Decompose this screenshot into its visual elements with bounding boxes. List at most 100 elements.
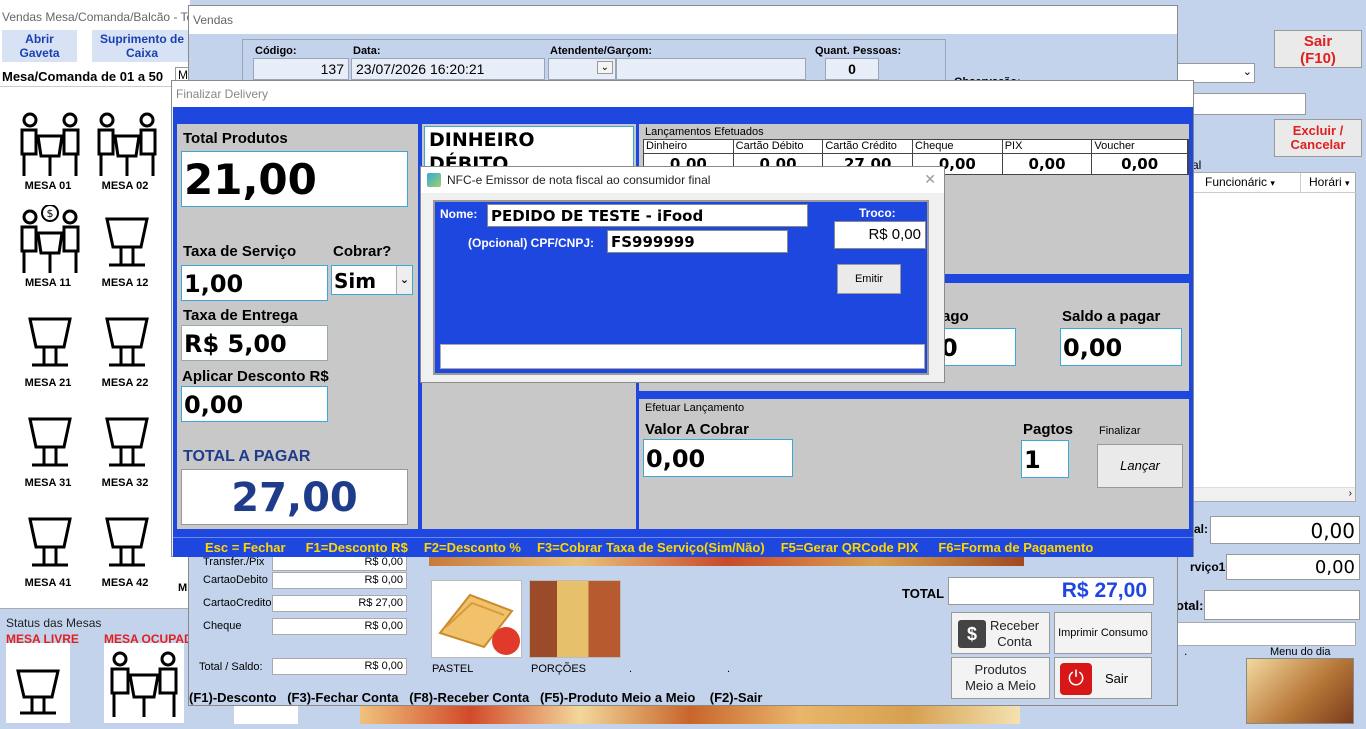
saldo-value: 0,00 (1060, 328, 1182, 366)
receber-conta-button[interactable]: $ Receber Conta (951, 612, 1050, 654)
valor-cobrar-field[interactable]: 0,00 (643, 439, 793, 477)
table-label: MESA 01 (24, 180, 72, 192)
table-label: MESA 22 (101, 377, 149, 389)
table-label: MESA 02 (101, 180, 149, 192)
taxa-entrega-field[interactable]: R$ 5,00 (181, 325, 328, 361)
table-mesa-42[interactable]: MESA 42 (95, 505, 155, 589)
lancar-button[interactable]: Lançar (1097, 444, 1183, 488)
imprimir-consumo-button[interactable]: Imprimir Consumo (1054, 612, 1152, 654)
close-icon[interactable]: ✕ (924, 171, 936, 188)
emitir-button[interactable]: Emitir (837, 264, 901, 294)
pagtos-field[interactable]: 1 (1021, 440, 1069, 478)
payment-value[interactable]: R$ 27,00 (272, 595, 407, 612)
finalizar-label: Finalizar (1099, 425, 1141, 437)
observacao-input[interactable] (1176, 93, 1306, 115)
app-title: Vendas Mesa/Comanda/Balcão - Tec (2, 10, 200, 24)
table-mesa-02[interactable]: MESA 02 (95, 108, 157, 192)
lanc-col-name: Dinheiro (644, 140, 733, 154)
taxa-entrega-label: Taxa de Entrega (183, 307, 298, 324)
table-mesa-12[interactable]: MESA 12 (95, 205, 155, 289)
pagtos-label: Pagtos (1023, 421, 1074, 438)
table-label: MESA 21 (24, 377, 72, 389)
payment-label: Cheque (203, 620, 242, 632)
dollar-icon: $ (958, 620, 986, 648)
excluir-cancelar-button[interactable]: Excluir / Cancelar (1274, 119, 1362, 157)
suprimento-button[interactable]: Suprimento de Caixa (92, 30, 192, 62)
menu-dia-image[interactable] (1246, 658, 1354, 724)
payment-value[interactable]: R$ 0,00 (272, 572, 407, 589)
items-grid: Funcionáric ▾ Horári ▾ › (1190, 172, 1357, 502)
receber-label: Receber Conta (990, 618, 1040, 649)
busy-table-icon (104, 643, 184, 723)
lanc-col-value: 0,00 (1121, 155, 1159, 173)
desconto-field[interactable]: 0,00 (181, 386, 328, 422)
table-mesa-32[interactable]: MESA 32 (95, 405, 155, 489)
pastel-image (438, 593, 520, 655)
shortcut-hint: F6=Forma de Pagamento (938, 540, 1094, 555)
chevron-down-icon: ⌄ (396, 266, 412, 294)
cobrar-select[interactable]: Sim ⌄ (331, 265, 413, 295)
range-label: Mesa/Comanda de 01 a 50 (2, 69, 164, 84)
table-label: MESA 42 (101, 577, 149, 589)
table-label: MESA 32 (101, 477, 149, 489)
nfce-dialog: NFC-e Emissor de nota fiscal ao consumid… (420, 166, 945, 383)
atendente-name (616, 58, 806, 80)
shortcut-hint: F2=Desconto % (423, 540, 521, 555)
vendas-total-label: TOTAL (902, 586, 945, 601)
table-mesa-41[interactable]: MESA 41 (18, 505, 78, 589)
pago-value: 0 (938, 328, 1016, 366)
method-dinheiro[interactable]: DINHEIRO (425, 127, 633, 153)
atendente-select[interactable]: ⌄ (548, 58, 616, 80)
troco-label: Troco: (859, 206, 896, 220)
efetuar-label: Efetuar Lançamento (645, 402, 745, 414)
data-field[interactable]: 23/07/2026 16:20:21 (351, 58, 545, 80)
free-table-icon (6, 643, 70, 723)
table-label: MESA 12 (101, 277, 149, 289)
payment-label: Transfer./Pix (203, 556, 265, 568)
svg-text:$: $ (47, 207, 54, 220)
table-label: MESA 41 (24, 577, 72, 589)
lancamentos-label: Lançamentos Efetuados (645, 126, 764, 138)
table-mesa-21[interactable]: MESA 21 (18, 305, 78, 389)
saldo-label: Saldo a pagar (1062, 308, 1161, 325)
shortcut-hint: F3=Cobrar Taxa de Serviço(Sim/Não) (536, 540, 765, 555)
sair-label: Sair (1105, 671, 1129, 686)
total-value: 0,00 (1210, 516, 1360, 544)
table-label: MESA 11 (24, 277, 72, 289)
table-mesa-31[interactable]: MESA 31 (18, 405, 78, 489)
pessoas-field[interactable]: 0 (825, 58, 879, 80)
grid-col-horario[interactable]: Horári ▾ (1301, 173, 1357, 193)
total-pagar-label: TOTAL A PAGAR (183, 448, 311, 465)
power-icon: ⏻ (1060, 663, 1092, 695)
lanc-col: PIX 0,00 (1002, 140, 1093, 174)
table-mesa-22[interactable]: MESA 22 (95, 305, 155, 389)
total-pagar-value: 27,00 (181, 469, 408, 525)
vendas-sair-button[interactable]: ⏻ Sair (1054, 657, 1152, 699)
shortcut-hint: F1=Desconto R$ (305, 540, 408, 555)
table-label: MESA 31 (24, 477, 72, 489)
product-pastel[interactable] (431, 580, 522, 658)
grid-scrollbar[interactable]: › (1191, 487, 1355, 501)
delivery-title: Finalizar Delivery (172, 81, 1193, 107)
pago-label: ago (942, 308, 969, 325)
product-porcoes[interactable] (529, 580, 621, 658)
nome-field[interactable]: PEDIDO DE TESTE - iFood (487, 204, 808, 227)
lanc-col-name: PIX (1002, 140, 1092, 154)
codigo-label: Código: (255, 45, 297, 57)
codigo-field[interactable]: 137 (253, 58, 349, 80)
menu-dia-label: Menu do dia (1270, 646, 1331, 658)
nome-label: Nome: (440, 207, 478, 221)
cpf-field[interactable]: FS999999 (607, 230, 788, 253)
grid-col-funcionario[interactable]: Funcionáric ▾ (1191, 173, 1301, 193)
taxa-servico-field[interactable]: 1,00 (181, 265, 328, 301)
sair-f10-button[interactable]: Sair (F10) (1274, 30, 1362, 68)
abrir-gaveta-button[interactable]: Abrir Gaveta (2, 30, 77, 62)
product-3-label: . (629, 663, 633, 675)
payment-value[interactable]: R$ 0,00 (272, 618, 407, 635)
nfce-app-icon (427, 173, 441, 187)
table-mesa-01[interactable]: MESA 01 (18, 108, 80, 192)
shortcut-hint: Esc = Fechar (205, 540, 286, 555)
meio-a-meio-button[interactable]: Produtos Meio a Meio (951, 657, 1050, 699)
total-produtos-value: 21,00 (181, 151, 408, 207)
table-mesa-11[interactable]: $ MESA 11 (18, 205, 80, 289)
